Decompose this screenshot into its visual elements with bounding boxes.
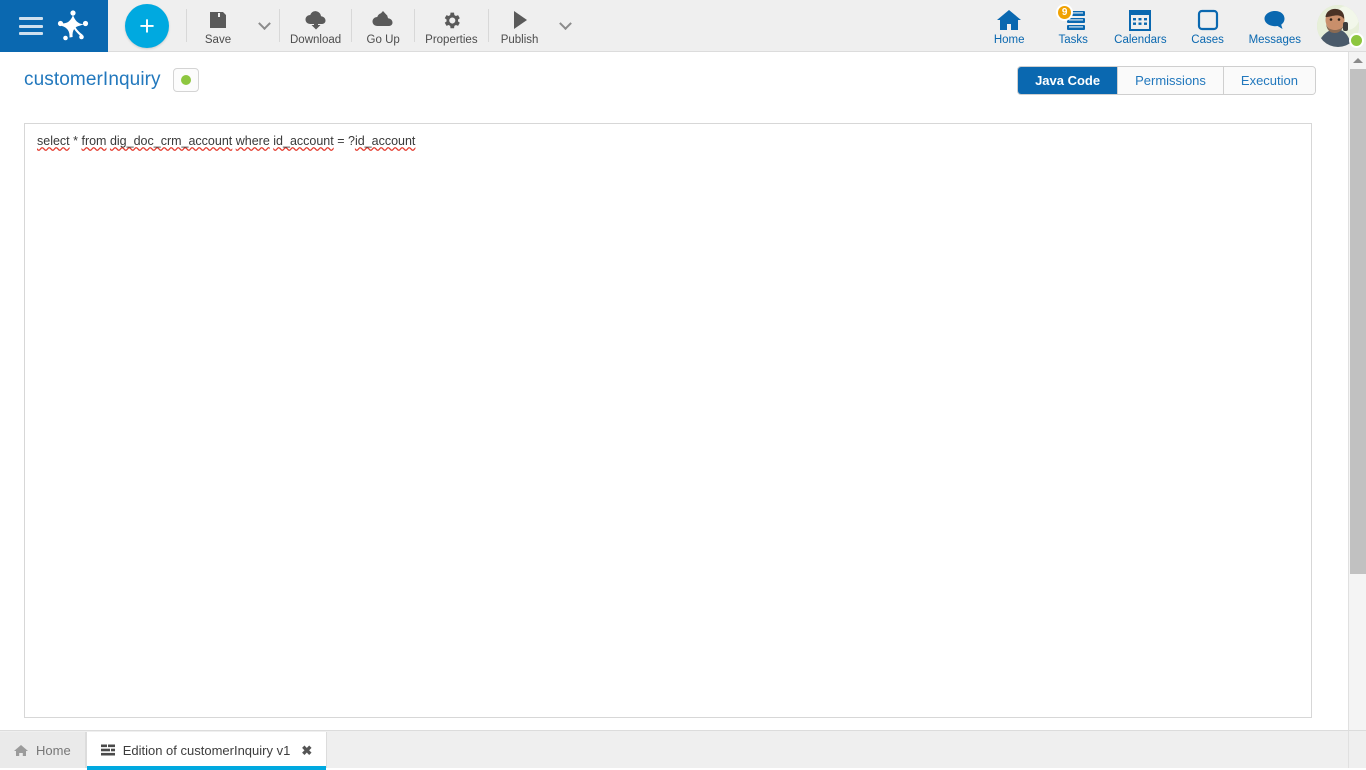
online-status-dot — [1349, 33, 1364, 48]
tab-java-code[interactable]: Java Code — [1018, 67, 1118, 94]
publish-button[interactable]: Publish — [489, 0, 551, 52]
brand-zone — [0, 0, 108, 52]
save-floppy-icon — [208, 8, 228, 33]
nav-calendars[interactable]: Calendars — [1105, 0, 1175, 52]
nav-messages-label: Messages — [1249, 34, 1301, 46]
code-token: select — [37, 134, 70, 148]
taskbar-tab-home[interactable]: Home — [0, 732, 86, 768]
chevron-down-icon — [559, 17, 572, 30]
taskbar-tab-edition[interactable]: Edition of customerInquiry v1 ✖ — [86, 732, 328, 768]
nav-cases[interactable]: Cases — [1176, 0, 1240, 52]
gear-icon — [441, 8, 462, 33]
page-title-zone: customerInquiry — [0, 68, 199, 92]
tab-permissions[interactable]: Permissions — [1118, 67, 1224, 94]
code-token: dig_doc_crm_account — [110, 134, 232, 148]
bottom-taskbar: Home Edition of customerInquiry v1 ✖ — [0, 730, 1348, 768]
code-token: = ? — [334, 134, 355, 148]
nav-calendars-label: Calendars — [1114, 34, 1166, 46]
properties-label: Properties — [425, 34, 477, 46]
code-token: from — [81, 134, 106, 148]
publish-dropdown-button[interactable] — [551, 0, 581, 52]
create-new-button[interactable]: + — [125, 4, 169, 48]
code-editor[interactable]: select * from dig_doc_crm_account where … — [24, 123, 1312, 718]
code-token: where — [236, 134, 270, 148]
nav-cases-label: Cases — [1191, 34, 1224, 46]
home-icon — [996, 7, 1022, 33]
view-tab-group: Java Code Permissions Execution — [1017, 66, 1316, 95]
code-token: * — [70, 134, 82, 148]
nav-tasks-label: Tasks — [1058, 34, 1087, 46]
scroll-up-button[interactable] — [1349, 52, 1366, 69]
save-label: Save — [205, 34, 231, 46]
bonita-logo-svg — [56, 10, 90, 42]
nav-home[interactable]: Home — [977, 0, 1041, 52]
tab-execution[interactable]: Execution — [1224, 67, 1315, 94]
nav-tasks[interactable]: 9 Tasks — [1041, 0, 1105, 52]
page-header: customerInquiry Java Code Permissions Ex… — [0, 52, 1348, 108]
code-editor-line[interactable]: select * from dig_doc_crm_account where … — [25, 124, 1311, 149]
status-badge[interactable] — [173, 68, 199, 92]
triangle-up-icon — [1353, 58, 1363, 63]
code-token: id_account — [273, 134, 333, 148]
hamburger-icon[interactable] — [19, 17, 43, 35]
chevron-down-icon — [258, 17, 271, 30]
avatar-button[interactable] — [1310, 0, 1366, 52]
nav-home-label: Home — [994, 34, 1025, 46]
taskbar-tab-edition-label: Edition of customerInquiry v1 — [123, 743, 291, 758]
scrollbar-corner — [1348, 730, 1366, 768]
vertical-scrollbar[interactable] — [1348, 52, 1366, 768]
scrollbar-track[interactable] — [1349, 69, 1366, 751]
close-icon[interactable]: ✖ — [301, 744, 312, 757]
home-small-icon — [14, 744, 28, 757]
nav-messages[interactable]: Messages — [1240, 0, 1310, 52]
chat-bubble-icon — [1263, 7, 1287, 33]
save-dropdown-button[interactable] — [249, 0, 279, 52]
status-dot-icon — [181, 75, 191, 85]
create-button-wrap: + — [108, 0, 186, 52]
form-lines-icon — [101, 744, 115, 756]
taskbar-tab-home-label: Home — [36, 743, 71, 758]
play-triangle-icon — [509, 8, 531, 33]
taskbar-empty-area — [327, 732, 1348, 768]
case-square-icon — [1197, 7, 1219, 33]
cloud-upload-icon — [371, 8, 395, 33]
go-up-label: Go Up — [367, 34, 400, 46]
download-button[interactable]: Download — [280, 0, 351, 52]
download-label: Download — [290, 34, 341, 46]
save-button[interactable]: Save — [187, 0, 249, 52]
toolbar-spacer — [581, 0, 978, 51]
cloud-download-icon — [304, 8, 328, 33]
tasks-list-icon: 9 — [1060, 7, 1086, 33]
bonita-logo-icon[interactable] — [56, 10, 90, 42]
scrollbar-thumb[interactable] — [1350, 69, 1366, 574]
properties-button[interactable]: Properties — [415, 0, 487, 52]
go-up-button[interactable]: Go Up — [352, 0, 414, 52]
page-title: customerInquiry — [24, 69, 161, 91]
publish-label: Publish — [501, 34, 539, 46]
code-token: id_account — [355, 134, 415, 148]
calendar-icon — [1128, 7, 1152, 33]
top-toolbar: + Save Download Go Up Properties — [0, 0, 1366, 52]
